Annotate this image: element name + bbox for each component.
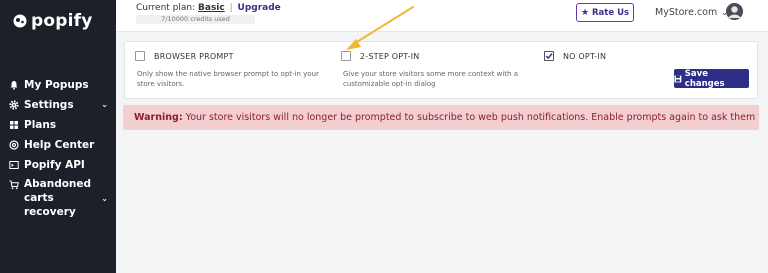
sidebar-item-label: Popify API [24,159,85,171]
option-label: BROWSER PROMPT [154,51,234,61]
plan-prefix: Current plan: [136,3,196,13]
star-icon: ★ [580,7,590,18]
save-changes-label: Save changes [684,68,725,89]
save-changes-button[interactable]: Save changes [674,68,749,89]
cart-icon [9,180,19,190]
save-icon [674,75,682,82]
logo-text: popify [31,11,93,31]
warning-label: Warning: [134,112,183,123]
chevron-down-icon: ⌄ [101,100,108,109]
option-description: Give your store visitors some more conte… [343,70,519,88]
warning-text: Your store visitors will no longer be pr… [185,112,759,123]
option-label: 2-STEP OPT-IN [360,51,420,61]
option-label: NO OPT-IN [563,51,607,61]
gear-icon [9,100,19,110]
sidebar-item-label: Plans [24,119,57,131]
help-icon [9,140,19,150]
option-browser-prompt[interactable]: BROWSER PROMPT [135,51,234,61]
sidebar-item-plans[interactable]: Plans [0,117,116,137]
sidebar-item-abandoned-carts[interactable]: Abandoned carts recovery ⌄ [0,177,116,218]
popify-logo-icon [13,14,27,28]
current-plan: Current plan: Basic | Upgrade [136,3,281,13]
sidebar-item-label: Help Center [24,139,95,151]
option-description: Only show the native browser prompt to o… [137,70,319,88]
sidebar-item-settings[interactable]: Settings ⌄ [0,97,116,117]
credits-text: 7/10000 credits used [161,15,230,23]
sidebar-item-help-center[interactable]: Help Center [0,137,116,157]
terminal-icon [9,161,19,169]
grid-icon [10,121,18,129]
option-2-step-opt-in[interactable]: 2-STEP OPT-IN [341,51,419,61]
plan-separator: | [229,3,233,13]
browser-prompt-checkbox[interactable] [135,51,145,61]
two-step-opt-in-checkbox[interactable] [341,51,351,61]
user-icon [726,3,743,20]
chevron-down-icon: ⌄ [101,194,108,203]
sidebar-item-label: Abandoned carts recovery [24,178,92,218]
upgrade-link[interactable]: Upgrade [238,3,281,13]
sidebar-item-my-popups[interactable]: My Popups [0,77,116,97]
option-no-opt-in[interactable]: NO OPT-IN [544,51,606,61]
bell-icon [10,81,18,90]
sidebar-item-popify-api[interactable]: Popify API [0,157,116,177]
warning-banner: Warning: Your store visitors will no lon… [123,105,759,130]
sidebar-item-label: Settings [24,99,74,111]
plan-name-link[interactable]: Basic [198,3,225,13]
store-dropdown[interactable]: MyStore.com ⌄ [655,7,728,18]
rate-us-button[interactable]: ★ Rate Us [576,3,634,22]
sidebar-nav: My Popups Settings ⌄ Plans Help Center P… [0,77,116,218]
sidebar: popify My Popups Settings ⌄ Plans Help C… [0,0,116,273]
avatar[interactable] [726,3,743,20]
top-bar: Current plan: Basic | Upgrade 7/10000 cr… [116,0,768,32]
opt-in-settings-card: BROWSER PROMPT Only show the native brow… [124,41,758,99]
logo[interactable]: popify [12,11,93,31]
sidebar-item-label: My Popups [24,79,89,91]
checkmark-icon [545,53,553,60]
credits-usage-bar: 7/10000 credits used [136,15,255,24]
no-opt-in-checkbox[interactable] [544,51,554,61]
store-name: MyStore.com [655,7,718,18]
rate-us-label: Rate Us [592,7,630,18]
